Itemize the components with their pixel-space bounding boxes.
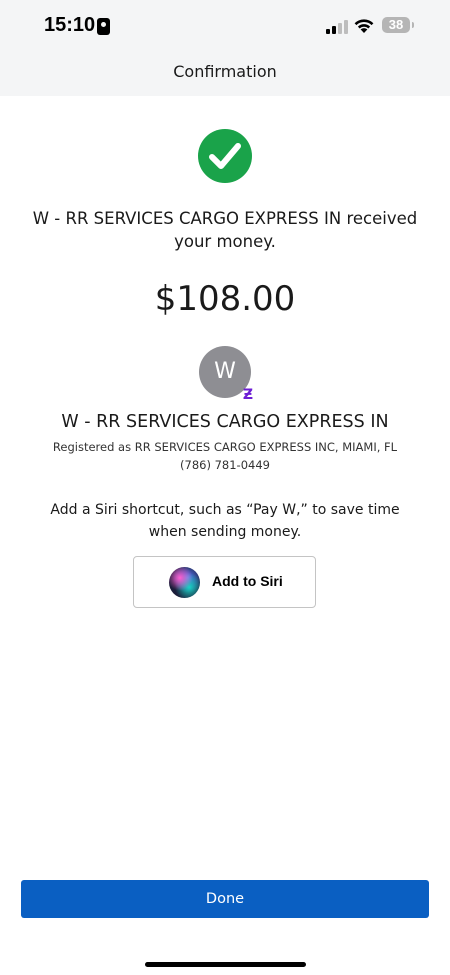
- status-time: 15:10: [44, 14, 96, 36]
- siri-shortcut-hint: Add a Siri shortcut, such as “Pay W,” to…: [50, 502, 400, 540]
- cellular-signal-icon: [326, 20, 348, 34]
- siri-icon: [169, 567, 200, 598]
- battery-icon: 38: [382, 17, 414, 33]
- zelle-badge-icon: Ƶ: [242, 387, 254, 403]
- contact-card-icon: [97, 18, 110, 35]
- sent-amount: $108.00: [154, 279, 296, 319]
- home-indicator[interactable]: [145, 962, 306, 967]
- status-bar: 15:10 38: [0, 0, 450, 56]
- avatar-initial: W: [214, 359, 236, 384]
- done-button[interactable]: Done: [21, 880, 429, 918]
- recipient-name: W - RR SERVICES CARGO EXPRESS IN: [61, 412, 389, 432]
- success-check-icon: [198, 129, 252, 183]
- confirmation-message: W - RR SERVICES CARGO EXPRESS IN receive…: [32, 209, 418, 251]
- page-title: Confirmation: [173, 62, 277, 81]
- navigation-bar: Confirmation: [0, 56, 450, 96]
- recipient-phone: (786) 781-0449: [180, 458, 270, 472]
- add-to-siri-label: Add to Siri: [212, 573, 283, 589]
- recipient-registration: Registered as RR SERVICES CARGO EXPRESS …: [52, 440, 398, 454]
- wifi-icon: [354, 19, 374, 33]
- add-to-siri-button[interactable]: Add to Siri: [133, 556, 316, 608]
